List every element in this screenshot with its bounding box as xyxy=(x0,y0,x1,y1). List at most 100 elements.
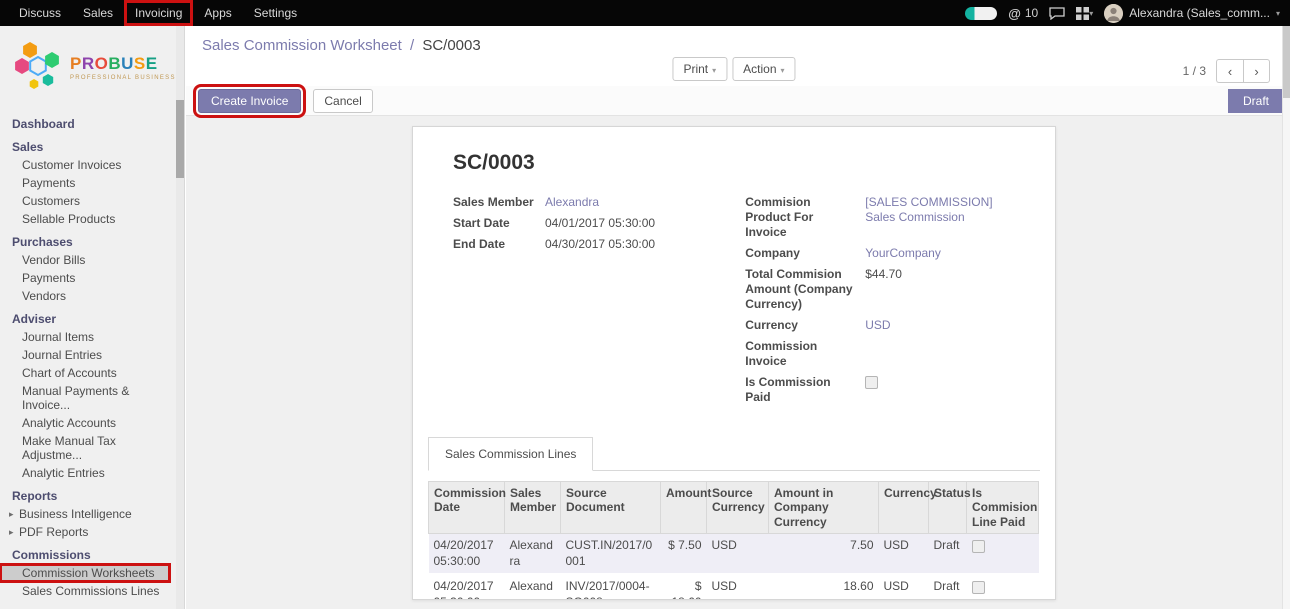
cell-line-paid xyxy=(967,574,1039,600)
cancel-button[interactable]: Cancel xyxy=(313,89,372,113)
company-label: Company xyxy=(745,246,865,261)
sidebar-item-vendor-bills[interactable]: Vendor Bills xyxy=(0,251,170,269)
tab-sales-commission-lines[interactable]: Sales Commission Lines xyxy=(428,437,593,471)
sidebar-item-vendors[interactable]: Vendors xyxy=(0,287,170,305)
cell-source-currency: USD xyxy=(707,574,769,600)
pager: 1 / 3 ‹ › xyxy=(1183,59,1270,83)
cell-amount: $ 7.50 xyxy=(661,534,707,575)
table-row[interactable]: 04/20/2017 05:30:00AlexandraINV/2017/000… xyxy=(429,574,1039,600)
create-invoice-button[interactable]: Create Invoice xyxy=(198,89,301,113)
column-header-amount-in-company-currency: Amount in Company Currency xyxy=(769,482,879,534)
sidebar-section-reports[interactable]: Reports xyxy=(0,482,184,505)
line-paid-checkbox xyxy=(972,581,985,594)
sidebar-item-make-manual-tax-adjustme[interactable]: Make Manual Tax Adjustme... xyxy=(0,432,170,464)
sidebar-scrollbar-thumb[interactable] xyxy=(176,100,184,178)
sidebar-section-dashboard[interactable]: Dashboard xyxy=(0,110,184,133)
systray: @ 10 ▾ Alexandra (Sales_comm... ▾ xyxy=(965,0,1290,26)
commission-lines-table: Commission DateSales MemberSource Docume… xyxy=(428,481,1039,600)
table-row[interactable]: 04/20/2017 05:30:00AlexandraCUST.IN/2017… xyxy=(429,534,1039,575)
cell-source-document: CUST.IN/2017/0001 xyxy=(561,534,661,575)
cell-source-document: INV/2017/0004-SO008 xyxy=(561,574,661,600)
sidebar-item-payments[interactable]: Payments xyxy=(0,269,170,287)
sidebar-item-label: Journal Entries xyxy=(22,348,102,362)
main-area: Sales Commission Worksheet / SC/0003 Pri… xyxy=(186,26,1282,609)
sidebar-section-adviser[interactable]: Adviser xyxy=(0,305,184,328)
commission-lines-header-row: Commission DateSales MemberSource Docume… xyxy=(429,482,1039,534)
sidebar-section-commissions[interactable]: Commissions xyxy=(0,541,184,564)
main-scrollbar-thumb[interactable] xyxy=(1283,26,1290,98)
form-fields: Sales Member Alexandra Start Date 04/01/… xyxy=(413,195,1055,411)
currency-label: Currency xyxy=(745,318,865,333)
topbar-menu-settings[interactable]: Settings xyxy=(243,0,308,26)
topbar-menu-sales[interactable]: Sales xyxy=(72,0,124,26)
sidebar-item-customers[interactable]: Customers xyxy=(0,192,170,210)
pager-next-button[interactable]: › xyxy=(1243,59,1270,83)
form-sheet: SC/0003 Sales Member Alexandra Start Dat… xyxy=(412,126,1056,600)
sidebar-scrollbar[interactable] xyxy=(176,26,184,609)
column-header-status: Status xyxy=(929,482,967,534)
sidebar-item-label: Manual Payments & Invoice... xyxy=(22,384,164,412)
main-scrollbar[interactable] xyxy=(1282,26,1290,609)
sidebar-item-customer-invoices[interactable]: Customer Invoices xyxy=(0,156,170,174)
sidebar-item-sales-commissions-lines[interactable]: Sales Commissions Lines xyxy=(0,582,170,600)
user-menu[interactable]: Alexandra (Sales_comm... ▾ xyxy=(1104,4,1280,23)
field-row: Commission Invoice xyxy=(745,339,1015,369)
company-value[interactable]: YourCompany xyxy=(865,246,1015,261)
field-row: Commision Product For Invoice [SALES COM… xyxy=(745,195,1015,240)
sidebar-section-configuration[interactable]: Configuration xyxy=(0,600,184,609)
sidebar-item-journal-entries[interactable]: Journal Entries xyxy=(0,346,170,364)
sidebar-item-label: Sellable Products xyxy=(22,212,115,226)
sidebar-item-commission-worksheets[interactable]: Commission Worksheets xyxy=(0,564,170,582)
logo-letter: E xyxy=(146,54,158,73)
field-row: Is Commission Paid xyxy=(745,375,1015,405)
field-row: Total Commision Amount (Company Currency… xyxy=(745,267,1015,312)
avatar xyxy=(1104,4,1123,23)
topbar-menu-apps[interactable]: Apps xyxy=(193,0,242,26)
cell-status: Draft xyxy=(929,574,967,600)
control-panel: Sales Commission Worksheet / SC/0003 Pri… xyxy=(186,26,1282,86)
end-date-value: 04/30/2017 05:30:00 xyxy=(545,237,723,252)
messages-icon[interactable] xyxy=(1049,7,1065,20)
sidebar-item-analytic-accounts[interactable]: Analytic Accounts xyxy=(0,414,170,432)
tab-bar: Sales Commission Lines xyxy=(428,437,1040,471)
pager-previous-button[interactable]: ‹ xyxy=(1216,59,1243,83)
caret-down-icon: ▾ xyxy=(712,66,716,75)
content-area: SC/0003 Sales Member Alexandra Start Dat… xyxy=(186,116,1282,609)
breadcrumb-parent[interactable]: Sales Commission Worksheet xyxy=(202,37,402,54)
logo-subtitle: PROFESSIONAL BUSINESS xyxy=(70,75,176,81)
systray-apps-icon[interactable]: ▾ xyxy=(1076,7,1093,20)
cell-line-paid xyxy=(967,534,1039,575)
notebook: Sales Commission Lines Commission DateSa… xyxy=(413,437,1055,600)
sidebar-item-business-intelligence[interactable]: ▸Business Intelligence xyxy=(0,505,170,523)
sidebar-section-sales[interactable]: Sales xyxy=(0,133,184,156)
commission-product-value[interactable]: [SALES COMMISSION] Sales Commission xyxy=(865,195,1015,225)
topbar-menu-discuss[interactable]: Discuss xyxy=(8,0,72,26)
sidebar-item-pdf-reports[interactable]: ▸PDF Reports xyxy=(0,523,170,541)
print-button[interactable]: Print▾ xyxy=(672,57,727,81)
sales-member-value[interactable]: Alexandra xyxy=(545,195,723,210)
sidebar-item-sellable-products[interactable]: Sellable Products xyxy=(0,210,170,228)
action-button[interactable]: Action▾ xyxy=(732,57,795,81)
sidebar-section-purchases[interactable]: Purchases xyxy=(0,228,184,251)
cell-status: Draft xyxy=(929,534,967,575)
sidebar-item-analytic-entries[interactable]: Analytic Entries xyxy=(0,464,170,482)
breadcrumb: Sales Commission Worksheet / SC/0003 xyxy=(202,37,481,54)
cell-commission-date: 04/20/2017 05:30:00 xyxy=(429,534,505,575)
sidebar-item-label: Vendor Bills xyxy=(22,253,85,267)
sidebar-item-manual-payments-invoice[interactable]: Manual Payments & Invoice... xyxy=(0,382,170,414)
caret-down-icon: ▾ xyxy=(1276,9,1280,18)
logo-text: PROBUSE PROFESSIONAL BUSINESS xyxy=(70,55,176,81)
cell-sales-member: Alexandra xyxy=(505,574,561,600)
topbar-menu-invoicing[interactable]: Invoicing xyxy=(124,0,193,26)
pager-value: 1 / 3 xyxy=(1183,64,1206,78)
sidebar-item-payments[interactable]: Payments xyxy=(0,174,170,192)
start-date-label: Start Date xyxy=(453,216,545,231)
activities-indicator[interactable]: @ 10 xyxy=(1008,6,1038,21)
sidebar-item-label: Analytic Entries xyxy=(22,466,105,480)
logo-letter: U xyxy=(121,54,134,73)
currency-value[interactable]: USD xyxy=(865,318,1015,333)
sidebar-item-chart-of-accounts[interactable]: Chart of Accounts xyxy=(0,364,170,382)
sidebar-item-journal-items[interactable]: Journal Items xyxy=(0,328,170,346)
breadcrumb-current: SC/0003 xyxy=(422,37,480,54)
screen: DiscussSalesInvoicingAppsSettings @ 10 ▾… xyxy=(0,0,1290,609)
